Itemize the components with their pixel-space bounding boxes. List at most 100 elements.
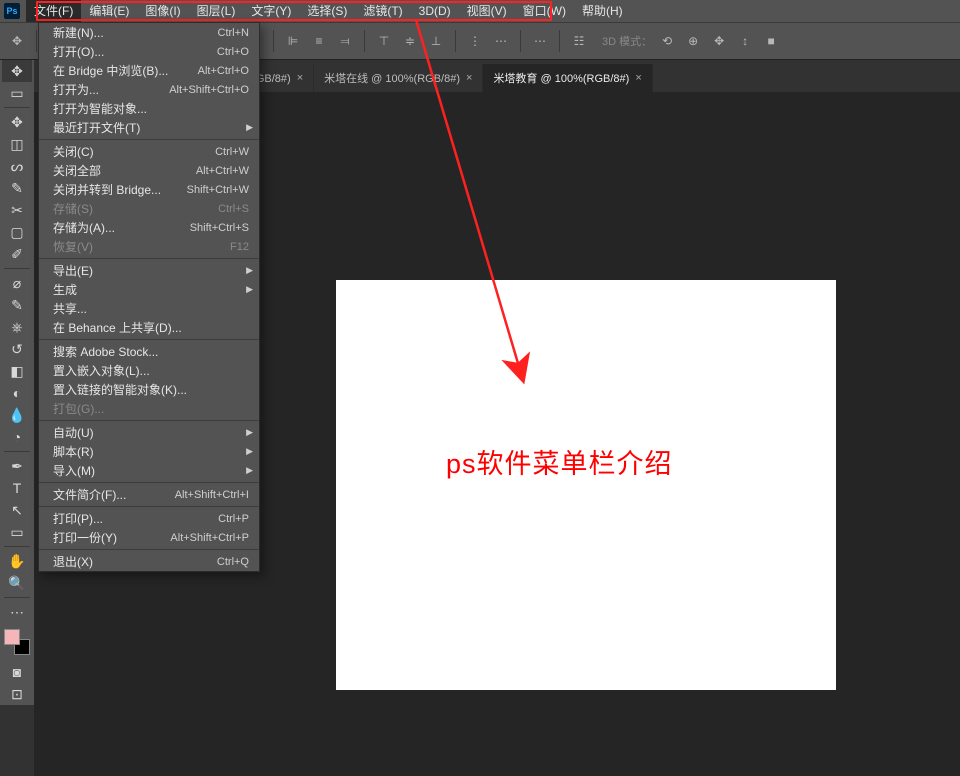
color-swatches[interactable] [4,629,30,655]
menu-item[interactable]: 导入(M)▶ [39,461,259,480]
menu-item[interactable]: 置入链接的智能对象(K)... [39,380,259,399]
rectangle-tool-icon[interactable]: ▭ [2,521,32,543]
artboard-tool-icon[interactable]: ▭ [2,82,32,104]
menu-item[interactable]: 共享... [39,299,259,318]
menu-item[interactable]: 自动(U)▶ [39,423,259,442]
menu-item-shortcut: Ctrl+Q [217,556,249,568]
3d-mode-label: 3D 模式： [602,33,652,49]
menu-item[interactable]: 在 Behance 上共享(D)... [39,318,259,337]
menu-item[interactable]: 退出(X)Ctrl+Q [39,552,259,571]
menu-item[interactable]: 置入嵌入对象(L)... [39,361,259,380]
eraser-tool-icon[interactable]: ◧ [2,360,32,382]
path-select-tool-icon[interactable]: ↖ [2,499,32,521]
pen-tool-icon[interactable]: ✒ [2,455,32,477]
menu-item-label: 脚本(R) [53,443,94,460]
marquee-tool-icon[interactable]: ◫ [2,133,32,155]
lasso-tool-icon[interactable]: ᔕ [2,155,32,177]
menu-item[interactable]: 搜索 Adobe Stock... [39,342,259,361]
menu-item[interactable]: 关闭全部Alt+Ctrl+W [39,161,259,180]
document-canvas[interactable]: ps软件菜单栏介绍 [336,280,836,690]
align-bottom-icon[interactable]: ⊥ [425,30,447,52]
3d-slide-icon[interactable]: ↕ [734,30,756,52]
menu-item[interactable]: 关闭并转到 Bridge...Shift+Ctrl+W [39,180,259,199]
align-right-icon[interactable]: ⫤ [334,30,356,52]
quick-select-tool-icon[interactable]: ✎ [2,177,32,199]
align-top-icon[interactable]: ⊤ [373,30,395,52]
zoom-tool-icon[interactable]: 🔍 [2,572,32,594]
menu-item-shortcut: Alt+Shift+Ctrl+I [175,489,249,501]
menu-2[interactable]: 图像(I) [137,0,188,22]
menu-9[interactable]: 窗口(W) [515,0,574,22]
document-tab[interactable]: 米塔教育 @ 100%(RGB/8#)× [483,64,652,92]
foreground-color-swatch[interactable] [4,629,20,645]
close-icon[interactable]: × [466,72,472,84]
3d-pan-icon[interactable]: ✥ [708,30,730,52]
hand-tool-icon[interactable]: ✋ [2,550,32,572]
frame-tool-icon[interactable]: ▢ [2,221,32,243]
menu-4[interactable]: 文字(Y) [243,0,299,22]
menu-item-label: 生成 [53,281,77,298]
align-center-h-icon[interactable]: ≡ [308,30,330,52]
3d-orbit-icon[interactable]: ⟲ [656,30,678,52]
close-icon[interactable]: × [297,72,303,84]
quick-mask-icon[interactable]: ◙ [2,661,32,683]
move-tool-2-icon[interactable]: ✥ [2,111,32,133]
menu-item[interactable]: 在 Bridge 中浏览(B)... Alt+Ctrl+O [39,61,259,80]
menu-5[interactable]: 选择(S) [299,0,355,22]
menu-item-shortcut: Shift+Ctrl+W [187,184,249,196]
menu-item[interactable]: 打印(P)...Ctrl+P [39,509,259,528]
menu-8[interactable]: 视图(V) [459,0,515,22]
eyedropper-tool-icon[interactable]: ✐ [2,243,32,265]
menu-item[interactable]: 新建(N)...Ctrl+N [39,23,259,42]
edit-toolbar-icon[interactable]: ⋯ [2,601,32,623]
menu-item[interactable]: 脚本(R)▶ [39,442,259,461]
menu-item-shortcut: Alt+Ctrl+O [198,65,249,77]
menu-item[interactable]: 生成▶ [39,280,259,299]
menu-0[interactable]: 文件(F) [26,0,81,22]
ps-logo-icon: Ps [4,3,20,19]
screen-mode-icon[interactable]: ⊡ [2,683,32,705]
crop-tool-icon[interactable]: ✂ [2,199,32,221]
menu-item[interactable]: 导出(E)▶ [39,261,259,280]
3d-zoom-icon[interactable]: ■ [760,30,782,52]
menu-item-shortcut: Ctrl+S [218,203,249,215]
distribute-h-icon[interactable]: ⋮ [464,30,486,52]
move-tool-options-icon[interactable]: ✥ [6,30,28,52]
menu-7[interactable]: 3D(D) [411,0,459,22]
menu-item[interactable]: 打开为智能对象... [39,99,259,118]
dodge-tool-icon[interactable]: ◔ [2,426,32,448]
menu-10[interactable]: 帮助(H) [574,0,631,22]
more-options-icon[interactable]: ⋯ [529,30,551,52]
gradient-tool-icon[interactable]: ◐ [2,382,32,404]
menu-item-label: 在 Bridge 中浏览(B)... [53,62,168,79]
close-icon[interactable]: × [635,72,641,84]
menu-item[interactable]: 关闭(C)Ctrl+W [39,142,259,161]
align-center-v-icon[interactable]: ≑ [399,30,421,52]
menu-item[interactable]: 文件简介(F)...Alt+Shift+Ctrl+I [39,485,259,504]
move-tool-icon[interactable]: ✥ [2,60,32,82]
document-tab[interactable]: 米塔在线 @ 100%(RGB/8#)× [314,64,483,92]
menu-6[interactable]: 滤镜(T) [355,0,410,22]
align-left-icon[interactable]: ⊫ [282,30,304,52]
separator [4,546,30,547]
menu-item-label: 关闭(C) [53,143,94,160]
menu-item[interactable]: 打开(O)...Ctrl+O [39,42,259,61]
menu-3[interactable]: 图层(L) [189,0,244,22]
menu-item[interactable]: 打印一份(Y)Alt+Shift+Ctrl+P [39,528,259,547]
menu-item-label: 打开(O)... [53,43,104,60]
menu-item[interactable]: 最近打开文件(T)▶ [39,118,259,137]
menu-1[interactable]: 编辑(E) [81,0,137,22]
3d-roll-icon[interactable]: ⊕ [682,30,704,52]
menu-item[interactable]: 存储为(A)...Shift+Ctrl+S [39,218,259,237]
menu-item[interactable]: 打开为...Alt+Shift+Ctrl+O [39,80,259,99]
healing-brush-tool-icon[interactable]: ⌀ [2,272,32,294]
group-icon[interactable]: ☷ [568,30,590,52]
history-brush-tool-icon[interactable]: ↺ [2,338,32,360]
clone-stamp-tool-icon[interactable]: ⎈ [2,316,32,338]
brush-tool-icon[interactable]: ✎ [2,294,32,316]
blur-tool-icon[interactable]: 💧 [2,404,32,426]
distribute-v-icon[interactable]: ⋯ [490,30,512,52]
menubar: Ps 文件(F)编辑(E)图像(I)图层(L)文字(Y)选择(S)滤镜(T)3D… [0,0,960,22]
type-tool-icon[interactable]: T [2,477,32,499]
menu-item-shortcut: Alt+Ctrl+W [196,165,249,177]
